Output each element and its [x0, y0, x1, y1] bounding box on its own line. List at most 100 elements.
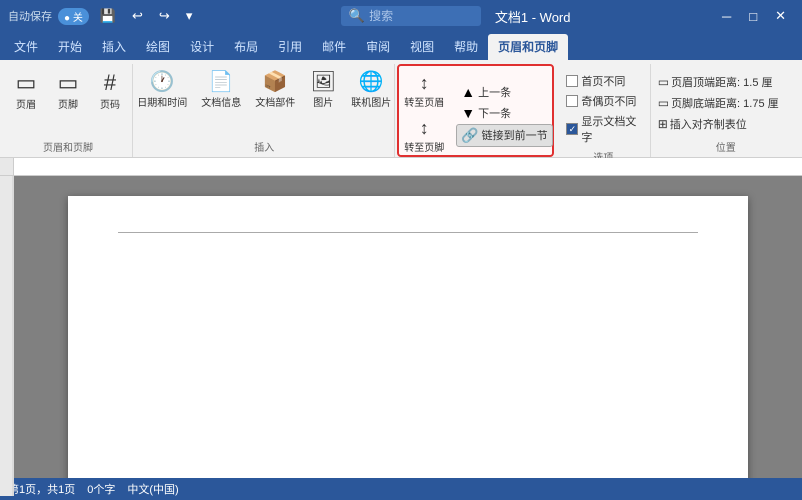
page-number-button[interactable]: # 页码: [91, 68, 129, 115]
goto-footer-icon: ↕: [420, 119, 429, 137]
group-insert: 🕐 日期和时间 📄 文档信息 📦 文档部件 🖼 图片 🌐 联机图片 插入: [135, 64, 394, 157]
goto-header-button[interactable]: ↕ 转至页眉: [398, 70, 450, 113]
goto-header-icon: ↕: [420, 74, 429, 92]
group-options-content: 首页不同 奇偶页不同 ✓ 显示文档文字: [564, 64, 642, 146]
prev-section-icon: ▲: [461, 84, 475, 100]
quick-access-more-button[interactable]: ▾: [181, 6, 198, 26]
redo-button[interactable]: ↪: [154, 6, 175, 26]
group-header-footer-content: ▭ 页眉 ▭ 页脚 # 页码: [7, 64, 129, 136]
tab-ref[interactable]: 引用: [268, 34, 312, 60]
autosave-toggle-button[interactable]: ● 关: [58, 8, 89, 25]
word-count: 0个字: [87, 481, 115, 497]
show-doc-text-checkbox[interactable]: ✓: [566, 123, 578, 135]
document-title: 文档1 - Word: [495, 7, 571, 26]
restore-button[interactable]: □: [741, 6, 765, 26]
save-button[interactable]: 💾: [95, 6, 121, 26]
tab-draw[interactable]: 绘图: [136, 34, 180, 60]
group-insert-label: 插入: [254, 136, 274, 157]
link-to-prev-button[interactable]: 🔗 链接到前一节: [456, 124, 552, 147]
page-number-label: 页码: [100, 96, 120, 111]
next-section-icon: ▼: [461, 105, 475, 121]
docinfo-label: 文档信息: [201, 94, 241, 109]
docinfo-icon: 📄: [209, 72, 234, 92]
insert-align-icon: ⊞: [658, 117, 668, 131]
picture-icon: 🖼: [311, 72, 336, 92]
insert-align-tab-label: 插入对齐制表位: [670, 116, 747, 132]
footer-button[interactable]: ▭ 页脚: [49, 68, 87, 115]
header-top-distance-row: ▭ 页眉顶端距离: 1.5 厘: [656, 73, 775, 91]
group-position-content: ▭ 页眉顶端距离: 1.5 厘 ▭ 页脚底端距离: 1.75 厘 ⊞ 插入对齐制…: [656, 64, 796, 136]
prev-section-button[interactable]: ▲ 上一条: [456, 82, 552, 102]
search-box: 🔍: [341, 6, 481, 26]
tab-help[interactable]: 帮助: [444, 34, 488, 60]
footer-bottom-icon: ▭: [658, 96, 669, 110]
online-picture-icon: 🌐: [359, 72, 384, 92]
odd-even-diff-check[interactable]: 奇偶页不同: [564, 92, 638, 110]
link-to-prev-label: 链接到前一节: [482, 127, 548, 143]
ribbon-tabs: 文件 开始 插入 绘图 设计 布局 引用 邮件 审阅 视图 帮助 页眉和页脚: [0, 32, 802, 60]
show-doc-text-label: 显示文档文字: [581, 113, 640, 145]
footer-label: 页脚: [58, 96, 78, 111]
link-icon: 🔗: [461, 127, 478, 144]
online-picture-label: 联机图片: [351, 94, 391, 109]
group-navigation-content: ↕ 转至页眉 ↕ 转至页脚 ▲ 上一条 ▼ 下一条 �: [398, 66, 552, 158]
first-page-diff-label: 首页不同: [581, 73, 625, 89]
close-button[interactable]: ✕: [767, 6, 794, 26]
ruler-area: [0, 158, 802, 176]
insert-align-tab-row[interactable]: ⊞ 插入对齐制表位: [656, 115, 749, 133]
tab-view[interactable]: 视图: [400, 34, 444, 60]
page-header-area: [118, 226, 698, 233]
window-controls: ─ □ ✕: [714, 6, 794, 26]
left-ruler-svg: [0, 176, 14, 496]
first-page-diff-check[interactable]: 首页不同: [564, 72, 627, 90]
footer-icon: ▭: [58, 72, 79, 94]
picture-button[interactable]: 🖼 图片: [304, 68, 342, 113]
tab-home[interactable]: 开始: [48, 34, 92, 60]
docparts-button[interactable]: 📦 文档部件: [250, 68, 300, 113]
ruler-side-left: [0, 158, 14, 175]
header-label: 页眉: [16, 96, 36, 111]
odd-even-diff-label: 奇偶页不同: [581, 93, 636, 109]
tab-design[interactable]: 设计: [180, 34, 224, 60]
page-info: 第1页，共1页: [8, 481, 75, 497]
header-button[interactable]: ▭ 页眉: [7, 68, 45, 115]
header-top-distance-label: 页眉顶端距离: 1.5 厘: [671, 74, 772, 90]
tab-layout[interactable]: 布局: [224, 34, 268, 60]
tab-insert[interactable]: 插入: [92, 34, 136, 60]
ruler-main: [14, 158, 802, 175]
first-page-diff-checkbox[interactable]: [566, 75, 578, 87]
group-options: 首页不同 奇偶页不同 ✓ 显示文档文字 选项: [556, 64, 651, 157]
title-bar-center: 🔍 文档1 - Word: [341, 6, 571, 26]
undo-button[interactable]: ↩: [127, 6, 148, 26]
datetime-button[interactable]: 🕐 日期和时间: [132, 68, 192, 113]
show-doc-text-check[interactable]: ✓ 显示文档文字: [564, 112, 642, 146]
language: 中文(中国): [127, 481, 178, 497]
tab-header-footer[interactable]: 页眉和页脚: [488, 34, 568, 60]
footer-bottom-distance-label: 页脚底端距离: 1.75 厘: [671, 95, 779, 111]
group-header-footer-label: 页眉和页脚: [43, 136, 93, 157]
online-picture-button[interactable]: 🌐 联机图片: [346, 68, 396, 113]
left-ruler: [0, 176, 14, 478]
group-position-label: 位置: [716, 136, 736, 157]
nav-small-buttons: ▲ 上一条 ▼ 下一条 🔗 链接到前一节: [456, 82, 552, 147]
footer-bottom-distance-row: ▭ 页脚底端距离: 1.75 厘: [656, 94, 781, 112]
title-bar: 自动保存 ● 关 💾 ↩ ↪ ▾ 🔍 文档1 - Word ─ □ ✕: [0, 0, 802, 32]
docinfo-button[interactable]: 📄 文档信息: [196, 68, 246, 113]
status-bar: 第1页，共1页 0个字 中文(中国): [0, 478, 802, 500]
datetime-icon: 🕐: [150, 72, 175, 92]
tab-review[interactable]: 审阅: [356, 34, 400, 60]
autosave-label: 自动保存: [8, 8, 52, 24]
search-input[interactable]: [369, 9, 469, 23]
tab-mail[interactable]: 邮件: [312, 34, 356, 60]
tab-file[interactable]: 文件: [4, 34, 48, 60]
minimize-button[interactable]: ─: [714, 6, 739, 26]
odd-even-diff-checkbox[interactable]: [566, 95, 578, 107]
document-scroll-area[interactable]: [14, 176, 802, 478]
docparts-icon: 📦: [263, 72, 288, 92]
document-area: [0, 176, 802, 478]
group-navigation: ↕ 转至页眉 ↕ 转至页脚 ▲ 上一条 ▼ 下一条 �: [397, 64, 555, 157]
goto-footer-button[interactable]: ↕ 转至页脚: [398, 115, 450, 158]
next-section-button[interactable]: ▼ 下一条: [456, 103, 552, 123]
title-bar-left: 自动保存 ● 关 💾 ↩ ↪ ▾: [8, 6, 197, 26]
group-header-footer: ▭ 页眉 ▭ 页脚 # 页码 页眉和页脚: [4, 64, 133, 157]
